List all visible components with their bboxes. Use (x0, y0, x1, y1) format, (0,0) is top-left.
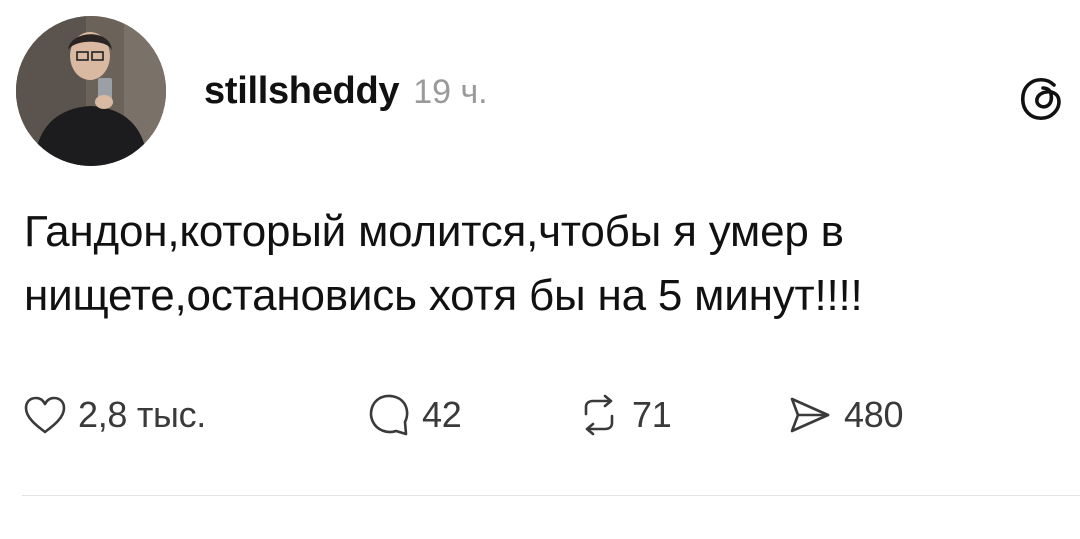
like-count: 2,8 тыс. (78, 394, 207, 435)
username[interactable]: stillsheddy (204, 70, 400, 113)
repost-icon (584, 394, 614, 436)
timestamp: 19 ч. (413, 73, 488, 111)
reply-button[interactable]: 42 (366, 388, 462, 442)
post-text: Гандон,который молится,чтобы я умер в ни… (24, 200, 1074, 328)
avatar-photo (16, 16, 166, 166)
thread-post: stillsheddy 19 ч. Гандон,который молится… (0, 0, 1080, 539)
repost-button[interactable]: 71 (576, 388, 672, 442)
share-icon (790, 397, 830, 433)
post-text-line: Гандон,который молится,чтобы я умер в (24, 207, 844, 256)
post-header: stillsheddy 19 ч. (204, 70, 488, 120)
post-text-line: нищете,остановись хотя бы на 5 минут!!!! (24, 271, 863, 320)
threads-logo-icon (1020, 77, 1061, 121)
heart-icon (24, 396, 66, 434)
share-count: 480 (844, 394, 904, 435)
comment-icon (369, 394, 409, 436)
divider (22, 495, 1080, 496)
reply-count: 42 (422, 394, 462, 435)
avatar[interactable] (16, 16, 166, 166)
like-button[interactable]: 2,8 тыс. (22, 388, 206, 442)
repost-count: 71 (632, 394, 672, 435)
share-button[interactable]: 480 (786, 388, 903, 442)
